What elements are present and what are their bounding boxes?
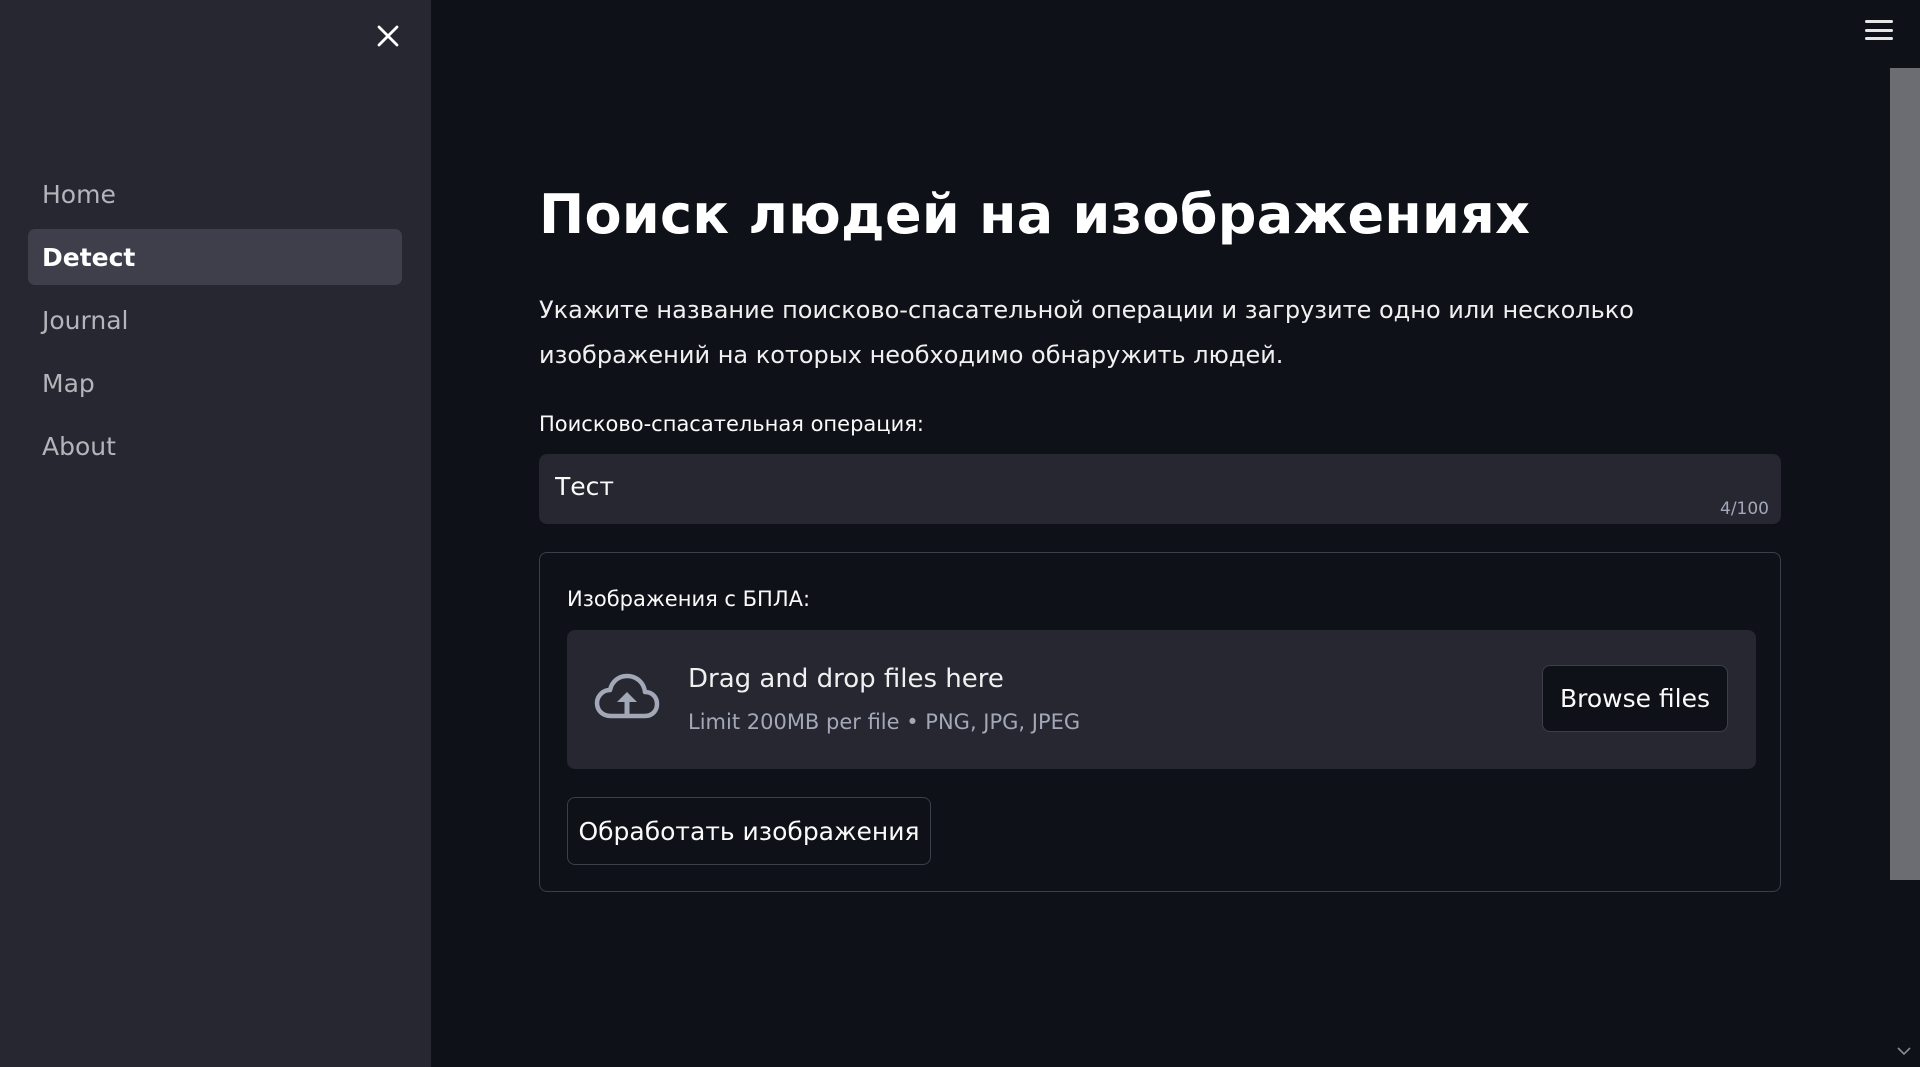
sidebar-item-detect[interactable]: Detect [28, 229, 402, 285]
sidebar-item-about[interactable]: About [28, 418, 402, 474]
sidebar-item-home[interactable]: Home [28, 166, 402, 222]
sidebar-item-label: Detect [42, 242, 136, 272]
menu-line [1865, 20, 1893, 23]
file-dropzone[interactable]: Drag and drop files here Limit 200MB per… [567, 630, 1756, 769]
operation-input[interactable] [539, 454, 1781, 524]
sidebar-item-map[interactable]: Map [28, 355, 402, 411]
sidebar-nav: Home Detect Journal Map About [28, 166, 402, 481]
page-title: Поиск людей на изображениях [539, 183, 1531, 246]
close-icon[interactable] [370, 18, 406, 54]
scrollbar-thumb[interactable] [1890, 68, 1920, 880]
dropzone-title: Drag and drop files here [688, 664, 1004, 694]
cloud-upload-icon [594, 672, 660, 724]
process-images-button[interactable]: Обработать изображения [567, 797, 931, 865]
intro-text: Укажите название поисково-спасательной о… [539, 296, 1634, 369]
dropzone-limit: Limit 200MB per file • PNG, JPG, JPEG [688, 710, 1081, 734]
chevron-down-icon[interactable] [1893, 1042, 1915, 1060]
operation-input-wrapper: 4/100 [539, 454, 1781, 524]
upload-form: Изображения с БПЛА: Drag and drop files … [539, 552, 1781, 892]
menu-line [1865, 28, 1893, 32]
sidebar-item-label: Home [42, 179, 116, 209]
upload-label: Изображения с БПЛА: [567, 587, 811, 611]
menu-line [1865, 37, 1893, 40]
operation-label: Поисково-спасательная операция: [539, 412, 924, 436]
browse-files-button[interactable]: Browse files [1542, 665, 1728, 732]
sidebar-item-label: About [42, 431, 116, 461]
hamburger-menu-icon[interactable] [1862, 16, 1896, 44]
scrollbar[interactable] [1890, 68, 1920, 1067]
sidebar-item-journal[interactable]: Journal [28, 292, 402, 348]
sidebar-item-label: Journal [42, 305, 129, 335]
sidebar-item-label: Map [42, 368, 95, 398]
sidebar: Home Detect Journal Map About [0, 0, 431, 1067]
char-counter: 4/100 [1720, 499, 1769, 519]
